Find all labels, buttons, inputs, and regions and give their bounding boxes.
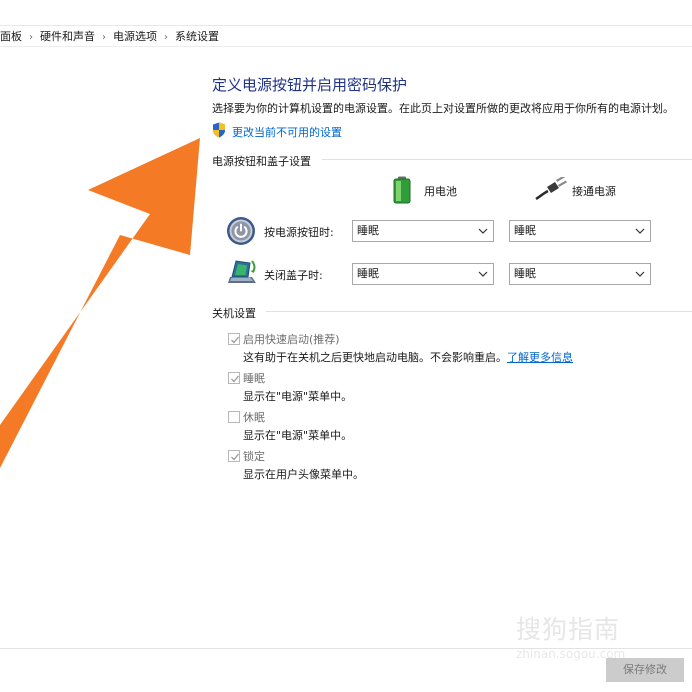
orange-arrow-annotation — [0, 138, 200, 468]
arrow-shape — [0, 138, 200, 468]
